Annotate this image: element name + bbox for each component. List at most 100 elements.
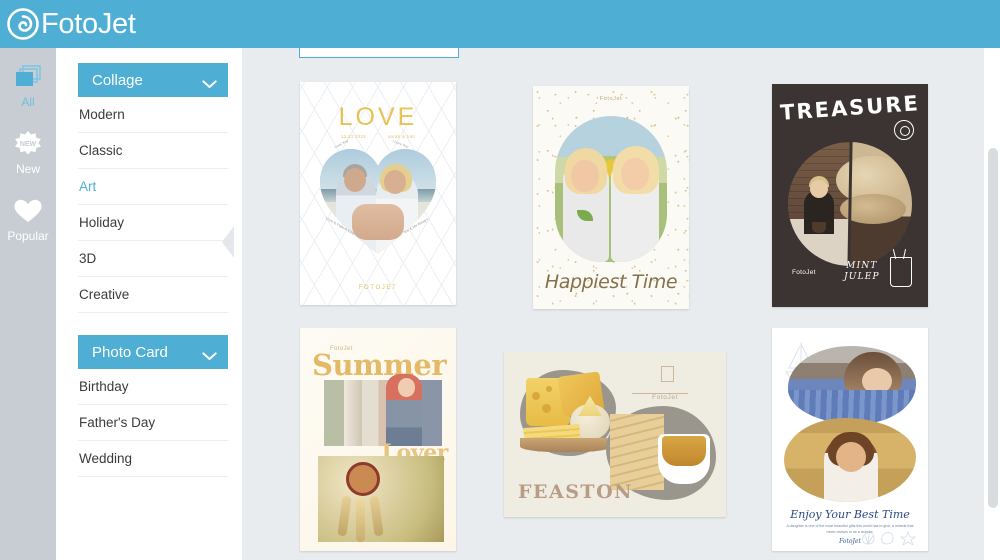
category-item-label: 3D — [79, 251, 97, 266]
feast-watermark: FotoJet — [652, 394, 678, 401]
treasure-footer: FotoJet MINT JULEP — [772, 257, 928, 297]
category-item-label: Creative — [79, 287, 130, 302]
happy-title: Happiest Time — [544, 271, 678, 293]
photo-cheese-hole — [542, 404, 551, 413]
photo-fence-post — [344, 380, 362, 446]
rail-item-popular-label: Popular — [7, 229, 49, 243]
treasure-caption-line2: JULEP — [844, 272, 880, 283]
category-panel: Collage Modern Classic Art Holiday 3D Cr… — [56, 48, 242, 560]
photo-feather — [356, 498, 365, 542]
category-item-modern[interactable]: Modern — [78, 97, 228, 133]
category-item-label: Modern — [79, 107, 125, 122]
template-card-partial-above[interactable] — [299, 48, 459, 58]
heart-icon — [13, 196, 43, 226]
template-card-treasure[interactable]: TREASURE FotoJet MINT JULEP — [772, 84, 928, 307]
photo-cup — [812, 222, 826, 233]
treasure-caption: MINT JULEP — [844, 261, 880, 284]
chevron-down-icon — [202, 76, 217, 88]
sketch-glass-icon — [661, 366, 674, 382]
photo-biscuits — [610, 414, 664, 490]
treasure-watermark: FotoJet — [792, 269, 816, 276]
rail-item-popular[interactable]: Popular — [0, 182, 56, 249]
love-date: 12.23.2015 — [341, 134, 366, 139]
category-item-birthday[interactable]: Birthday — [78, 369, 228, 405]
love-heart-photo-frame — [318, 144, 438, 256]
photo-tea — [662, 436, 706, 466]
selected-category-pointer-icon — [222, 226, 234, 258]
template-card-love[interactable]: LOVE 12.23.2015 sarah & tom Love You I L… — [300, 82, 456, 305]
feast-title: FEASTON — [518, 481, 633, 503]
enjoy-photo-bottom — [784, 418, 916, 502]
enjoy-photo-top — [788, 346, 916, 424]
category-header-collage-label: Collage — [92, 71, 143, 89]
love-footer: FOTOJET — [358, 285, 398, 291]
photo-girl-left-face — [571, 160, 599, 192]
category-item-creative[interactable]: Creative — [78, 277, 228, 313]
template-card-happiest-time[interactable]: FotoJet Happiest Time — [533, 86, 689, 309]
rail-item-all[interactable]: All — [0, 48, 56, 115]
fotojet-spiral-logo-icon — [6, 7, 40, 41]
category-item-3d[interactable]: 3D — [78, 241, 228, 277]
category-item-label: Birthday — [79, 379, 129, 394]
brand-name: FotoJet — [41, 7, 136, 40]
love-subtitle: 12.23.2015 sarah & tom — [300, 134, 456, 139]
happy-photo-frame — [555, 116, 667, 262]
category-item-classic[interactable]: Classic — [78, 133, 228, 169]
brand-logo[interactable]: FotoJet — [0, 7, 136, 41]
category-header-photo-card-label: Photo Card — [92, 343, 168, 361]
category-item-label: Holiday — [79, 215, 125, 230]
rail-item-new[interactable]: NEW New — [0, 115, 56, 182]
enjoy-title: Enjoy Your Best Time — [790, 508, 910, 521]
rail-item-new-label: New — [15, 162, 40, 176]
icon-rail: All NEW New Popular — [0, 48, 56, 560]
seashells-sketch-icon — [860, 530, 918, 546]
template-card-summer-lover[interactable]: FotoJet Summer Lover — [300, 328, 456, 551]
app-header: FotoJet — [0, 0, 1000, 48]
category-item-wedding[interactable]: Wedding — [78, 441, 228, 477]
category-item-label: Art — [79, 179, 97, 194]
vertical-scrollbar-track[interactable] — [984, 48, 1000, 560]
category-item-fathers-day[interactable]: Father's Day — [78, 405, 228, 441]
chevron-down-icon — [202, 348, 217, 360]
category-item-holiday[interactable]: Holiday — [78, 205, 228, 241]
cocktail-glass-doodle-icon — [890, 257, 912, 287]
love-title: LOVE — [338, 103, 418, 131]
photo-hands — [352, 204, 404, 240]
svg-text:NEW: NEW — [20, 141, 37, 148]
photo-person-head — [810, 180, 828, 198]
category-header-photo-card[interactable]: Photo Card — [78, 335, 228, 369]
category-item-art[interactable]: Art — [78, 169, 228, 205]
category-item-label: Wedding — [79, 451, 133, 466]
photo-sky — [318, 144, 438, 189]
happy-watermark: FotoJet — [599, 96, 623, 102]
treasure-photo-right — [836, 142, 912, 266]
treasure-caption-line1: MINT — [846, 261, 878, 271]
layers-stack-icon — [13, 62, 43, 92]
template-grid-area: LOVE 12.23.2015 sarah & tom Love You I L… — [242, 48, 1000, 560]
photo-person-left-head — [344, 168, 366, 192]
photo-person-right-head — [384, 170, 406, 194]
category-header-collage[interactable]: Collage — [78, 63, 228, 97]
photo-girl-right-face — [621, 158, 649, 190]
rail-item-all-label: All — [21, 95, 35, 109]
category-item-label: Classic — [79, 143, 123, 158]
love-heart-photo — [318, 144, 438, 256]
vertical-scrollbar-thumb[interactable] — [988, 148, 998, 508]
category-list-collage: Modern Classic Art Holiday 3D Creative — [78, 97, 228, 313]
breakfast-sketch-icon — [632, 368, 688, 394]
photo-girl-face — [398, 378, 415, 397]
new-starburst-icon: NEW — [13, 129, 43, 159]
sun-doodle-icon — [894, 120, 914, 140]
summer-title: Summer — [312, 348, 447, 382]
template-card-enjoy-your-best-time[interactable]: Enjoy Your Best Time A daughter is one o… — [772, 328, 928, 551]
photo-cutting-board — [520, 438, 612, 452]
photo-cheese-hole — [532, 392, 540, 400]
category-list-photo-card: Birthday Father's Day Wedding — [78, 369, 228, 477]
category-item-label: Father's Day — [79, 415, 156, 430]
photo-dreamcatcher-ring — [346, 462, 380, 496]
summer-photo-top — [324, 380, 442, 446]
template-card-feaston[interactable]: FotoJet FEASTON — [504, 352, 726, 517]
photo-girl-face — [836, 442, 866, 472]
love-names: sarah & tom — [387, 134, 415, 139]
photo-cheese-hole — [546, 386, 552, 392]
